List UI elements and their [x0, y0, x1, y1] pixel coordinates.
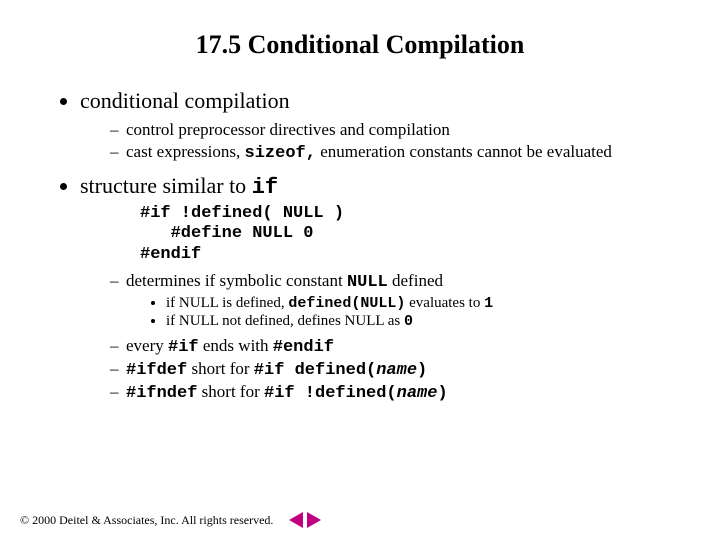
footer: © 2000 Deitel & Associates, Inc. All rig… [20, 512, 321, 528]
bullet-1-sub-2: cast expressions, sizeof, enumeration co… [110, 142, 680, 163]
text: cast expressions, [126, 142, 245, 161]
bullet-2-sub-1-sublist: if NULL is defined, defined(NULL) evalua… [126, 295, 680, 330]
code-ifnotdefined: #if !defined( [264, 384, 397, 403]
text: every [126, 336, 168, 355]
code-endif: #endif [273, 338, 334, 357]
text: short for [197, 382, 264, 401]
code-hashif: #if [168, 338, 199, 357]
code-defined: defined(NULL) [288, 295, 405, 312]
text: if NULL is defined, [166, 295, 288, 311]
code-if: if [252, 175, 278, 200]
copyright-text: © 2000 Deitel & Associates, Inc. All rig… [20, 513, 273, 528]
text: evaluates to [405, 295, 484, 311]
bullet-1: conditional compilation control preproce… [80, 88, 680, 163]
slide-title: 17.5 Conditional Compilation [40, 30, 680, 60]
bullet-2-sublist: determines if symbolic constant NULL def… [80, 271, 680, 403]
code-zero: 0 [404, 313, 413, 330]
code-paren: ) [417, 361, 427, 380]
text: determines if symbolic constant [126, 271, 347, 290]
bullet-1-sub-1: control preprocessor directives and comp… [110, 120, 680, 140]
text: defined [388, 271, 443, 290]
code-null: NULL [347, 273, 388, 292]
bullet-2-sub-4: #ifndef short for #if !defined(name) [110, 382, 680, 403]
bullet-2-sub-3: #ifdef short for #if defined(name) [110, 359, 680, 380]
text: if NULL not defined, defines NULL as [166, 313, 404, 329]
code-ifdefined: #if defined( [254, 361, 376, 380]
code-ifndef: #ifndef [126, 384, 197, 403]
prev-icon[interactable] [289, 512, 303, 528]
next-icon[interactable] [307, 512, 321, 528]
bullet-2-sub-1: determines if symbolic constant NULL def… [110, 271, 680, 330]
text: short for [187, 359, 254, 378]
bullet-2: structure similar to if #if !defined( NU… [80, 173, 680, 403]
subsub-2: if NULL not defined, defines NULL as 0 [166, 313, 680, 330]
bullet-1-sublist: control preprocessor directives and comp… [80, 120, 680, 163]
code-ifdef: #ifdef [126, 361, 187, 380]
text: enumeration constants cannot be evaluate… [316, 142, 612, 161]
code-one: 1 [484, 295, 493, 312]
bullet-list: conditional compilation control preproce… [40, 88, 680, 403]
bullet-2-text-a: structure similar to [80, 173, 252, 198]
subsub-1: if NULL is defined, defined(NULL) evalua… [166, 295, 680, 312]
nav-buttons [289, 512, 321, 528]
bullet-2-sub-2: every #if ends with #endif [110, 336, 680, 357]
code-name: name [397, 384, 438, 403]
bullet-1-text: conditional compilation [80, 88, 290, 113]
code-sizeof: sizeof, [245, 144, 316, 163]
code-block: #if !defined( NULL ) #define NULL 0 #end… [140, 204, 680, 265]
slide: 17.5 Conditional Compilation conditional… [0, 0, 720, 403]
code-paren: ) [437, 384, 447, 403]
code-name: name [376, 361, 417, 380]
text: ends with [199, 336, 273, 355]
